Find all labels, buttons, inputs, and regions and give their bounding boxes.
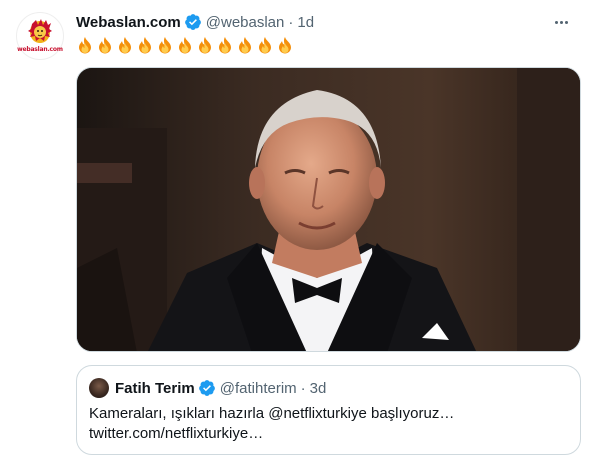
- fire-emoji-icon: [279, 37, 291, 54]
- more-icon: [554, 20, 558, 24]
- quoted-link[interactable]: twitter.com/netflixturkiye…: [89, 424, 568, 444]
- verified-badge-icon: [198, 380, 215, 396]
- author-handle[interactable]: @webaslan: [206, 14, 285, 31]
- quoted-display-name: Fatih Terim: [115, 379, 195, 397]
- tweet-timestamp[interactable]: 1d: [297, 14, 314, 31]
- separator-dot: ·: [300, 379, 306, 397]
- quoted-author-avatar: [89, 378, 109, 398]
- quoted-text-line: Kameraları, ışıkları hazırla @netflixtur…: [89, 405, 455, 422]
- fire-emoji-icon: [139, 37, 151, 54]
- fire-emoji-icon: [239, 37, 251, 54]
- fire-emoji-icon: [99, 37, 111, 54]
- quoted-tweet-text: Kameraları, ışıkları hazırla @netflixtur…: [89, 404, 568, 444]
- quoted-handle: @fatihterim: [219, 379, 297, 397]
- fire-emoji-icon: [179, 37, 191, 54]
- quoted-tweet-header: Fatih Terim @fatihterim · 3d: [89, 378, 568, 398]
- separator-dot: ·: [288, 13, 294, 31]
- photo-man-in-tuxedo: [77, 68, 580, 351]
- tweet-photo[interactable]: [76, 67, 581, 352]
- quoted-timestamp: 3d: [309, 379, 327, 397]
- fire-emoji-row: [76, 36, 294, 54]
- avatar-brand-text: webaslan.com: [17, 46, 63, 53]
- fire-emoji-icon: [119, 37, 131, 54]
- tweet[interactable]: webaslan.com Webaslan.com @webaslan · 1d: [0, 0, 595, 463]
- fire-emoji-icon: [79, 37, 91, 54]
- verified-badge-icon: [184, 14, 201, 30]
- tweet-text: [76, 36, 294, 54]
- tweet-header: Webaslan.com @webaslan · 1d: [76, 12, 579, 32]
- author-display-name[interactable]: Webaslan.com: [76, 14, 181, 31]
- fire-emoji-icon: [259, 37, 271, 54]
- fire-emoji-icon: [159, 37, 171, 54]
- author-avatar[interactable]: webaslan.com: [16, 12, 64, 60]
- lion-logo-icon: [28, 19, 52, 43]
- fire-emoji-icon: [199, 37, 211, 54]
- quoted-tweet[interactable]: Fatih Terim @fatihterim · 3d Kameraları,…: [76, 365, 581, 455]
- fire-emoji-icon: [219, 37, 231, 54]
- more-options-button[interactable]: [551, 12, 571, 32]
